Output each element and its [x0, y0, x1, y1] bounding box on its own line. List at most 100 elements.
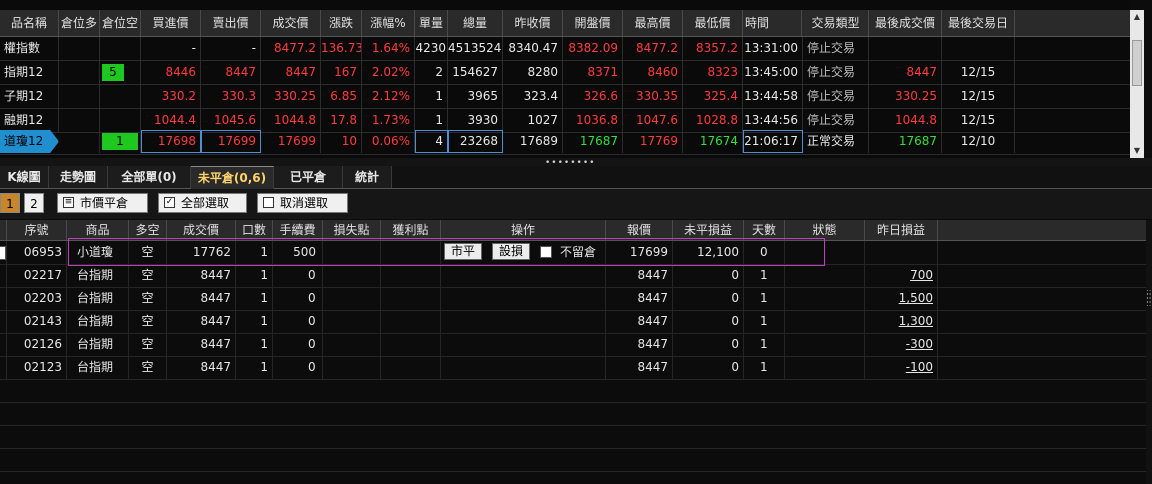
- position-takeprofit[interactable]: [381, 264, 441, 287]
- position-row[interactable]: 02143 台指期 空 8447 1 0 8447 0 1 1,300: [0, 310, 1146, 334]
- col-side[interactable]: 多空: [129, 220, 167, 240]
- quote-ask[interactable]: 1045.6: [201, 109, 261, 132]
- col-id[interactable]: 序號: [7, 220, 67, 240]
- col-time[interactable]: 時間: [743, 10, 802, 36]
- scroll-up-icon[interactable]: ▲: [1130, 10, 1144, 24]
- col-lastprice[interactable]: 最後成交價: [869, 10, 942, 36]
- quote-row[interactable]: 權指數 - - 8477.2 136.73 1.64% 4230 4513524…: [0, 37, 1130, 61]
- tab-all-orders[interactable]: 全部單(0): [108, 166, 191, 188]
- col-takeprofit[interactable]: 獲利點: [381, 220, 441, 240]
- quote-short[interactable]: 1: [100, 130, 141, 153]
- page-2-button[interactable]: 2: [24, 193, 44, 213]
- tab-kline[interactable]: K線圖: [0, 166, 49, 188]
- quote-ask[interactable]: -: [201, 37, 261, 60]
- col-stoploss[interactable]: 損失點: [323, 220, 381, 240]
- col-yesterday[interactable]: 昨日損益: [865, 220, 938, 240]
- col-product[interactable]: 商品: [67, 220, 129, 240]
- position-takeprofit[interactable]: [381, 333, 441, 356]
- col-action[interactable]: 操作: [441, 220, 606, 240]
- col-short[interactable]: 倉位空: [100, 10, 141, 36]
- quote-bid[interactable]: 8446: [141, 61, 201, 84]
- col-price[interactable]: 成交價: [167, 220, 236, 240]
- col-open[interactable]: 開盤價: [563, 10, 623, 36]
- set-stoploss-button[interactable]: 設損: [492, 243, 530, 260]
- col-long[interactable]: 倉位多: [59, 10, 100, 36]
- position-yesterday[interactable]: 1,500: [865, 287, 938, 310]
- position-takeprofit[interactable]: [381, 356, 441, 379]
- position-row[interactable]: 02217 台指期 空 8447 1 0 8447 0 1 700: [0, 264, 1146, 288]
- tab-open-positions[interactable]: 未平倉(0,6): [191, 166, 274, 189]
- row-select[interactable]: [0, 264, 7, 287]
- quote-ask[interactable]: 8447: [201, 61, 261, 84]
- row-select[interactable]: [0, 333, 7, 356]
- col-quote[interactable]: 報價: [606, 220, 673, 240]
- no-overnight-checkbox[interactable]: [540, 246, 552, 258]
- col-lastday[interactable]: 最後交易日: [942, 10, 1015, 36]
- tab-statistics[interactable]: 統計: [343, 166, 392, 188]
- position-yesterday[interactable]: 700: [865, 264, 938, 287]
- quote-scrollbar[interactable]: ▲ ▼: [1130, 10, 1144, 158]
- position-stoploss[interactable]: [323, 287, 381, 310]
- col-unrealized[interactable]: 未平損益: [673, 220, 744, 240]
- position-yesterday[interactable]: 1,300: [865, 310, 938, 333]
- grid-resize-handle[interactable]: ::::::::: [1146, 220, 1152, 484]
- col-chg[interactable]: 漲跌: [321, 10, 362, 36]
- col-type[interactable]: 交易類型: [803, 10, 869, 36]
- quote-short[interactable]: 5: [100, 61, 141, 84]
- row-checkbox[interactable]: [0, 246, 6, 260]
- row-select[interactable]: [0, 241, 7, 264]
- position-row[interactable]: 02123 台指期 空 8447 1 0 8447 0 1 -100: [0, 356, 1146, 380]
- quote-bid[interactable]: -: [141, 37, 201, 60]
- col-pct[interactable]: 漲幅%: [362, 10, 415, 36]
- col-total[interactable]: 總量: [448, 10, 503, 36]
- position-row[interactable]: 02203 台指期 空 8447 1 0 8447 0 1 1,500: [0, 287, 1146, 311]
- tab-closed-positions[interactable]: 已平倉: [274, 166, 343, 188]
- position-stoploss[interactable]: [323, 333, 381, 356]
- cancel-select-button[interactable]: 取消選取: [257, 193, 348, 213]
- quote-row[interactable]: 子期12 330.2 330.3 330.25 6.85 2.12% 1 396…: [0, 85, 1130, 109]
- quote-ask[interactable]: 17699: [201, 130, 261, 153]
- col-select[interactable]: [0, 220, 7, 240]
- quote-row[interactable]: 指期12 5 8446 8447 8447 167 2.02% 2 154627…: [0, 61, 1130, 85]
- position-row[interactable]: 06953 小道瓊 空 17762 1 500 市平 設損 不留倉 17699 …: [0, 241, 1146, 265]
- col-bid[interactable]: 買進價: [141, 10, 201, 36]
- col-high[interactable]: 最高價: [623, 10, 683, 36]
- position-stoploss[interactable]: [323, 241, 381, 264]
- col-fee[interactable]: 手續費: [273, 220, 323, 240]
- row-select[interactable]: [0, 356, 7, 379]
- position-stoploss[interactable]: [323, 310, 381, 333]
- panel-splitter[interactable]: ••••••••: [0, 158, 1152, 168]
- col-last[interactable]: 成交價: [261, 10, 321, 36]
- quote-row-selected[interactable]: 道瓊12 1 17698 17699 17699 10 0.06% 4 2326…: [0, 130, 1130, 155]
- quote-bid[interactable]: 17698: [141, 130, 201, 153]
- quote-bid[interactable]: 330.2: [141, 85, 201, 108]
- col-low[interactable]: 最低價: [683, 10, 743, 36]
- quote-ask[interactable]: 330.3: [201, 85, 261, 108]
- position-row[interactable]: 02126 台指期 空 8447 1 0 8447 0 1 -300: [0, 333, 1146, 357]
- col-ask[interactable]: 賣出價: [201, 10, 261, 36]
- position-yesterday[interactable]: -100: [865, 356, 938, 379]
- position-stoploss[interactable]: [323, 264, 381, 287]
- select-all-button[interactable]: ✓ 全部選取: [158, 193, 247, 213]
- scroll-thumb[interactable]: [1132, 40, 1142, 86]
- market-close-row-button[interactable]: 市平: [444, 243, 482, 260]
- position-takeprofit[interactable]: [381, 310, 441, 333]
- quote-open: 8371: [563, 61, 623, 84]
- row-select[interactable]: [0, 287, 7, 310]
- col-qty[interactable]: 口數: [236, 220, 273, 240]
- page-1-button[interactable]: 1: [0, 193, 20, 213]
- quote-bid[interactable]: 1044.4: [141, 109, 201, 132]
- col-days[interactable]: 天數: [744, 220, 785, 240]
- col-status[interactable]: 狀態: [785, 220, 865, 240]
- position-takeprofit[interactable]: [381, 287, 441, 310]
- position-yesterday[interactable]: -300: [865, 333, 938, 356]
- row-select[interactable]: [0, 310, 7, 333]
- col-prev[interactable]: 昨收價: [503, 10, 563, 36]
- market-close-button[interactable]: ≡ 市價平倉: [57, 193, 148, 213]
- col-name[interactable]: 品名稱: [0, 10, 59, 36]
- position-stoploss[interactable]: [323, 356, 381, 379]
- tab-trend[interactable]: 走勢圖: [49, 166, 108, 188]
- col-vol[interactable]: 單量: [415, 10, 448, 36]
- position-takeprofit[interactable]: [381, 241, 441, 264]
- scroll-down-icon[interactable]: ▼: [1130, 144, 1144, 158]
